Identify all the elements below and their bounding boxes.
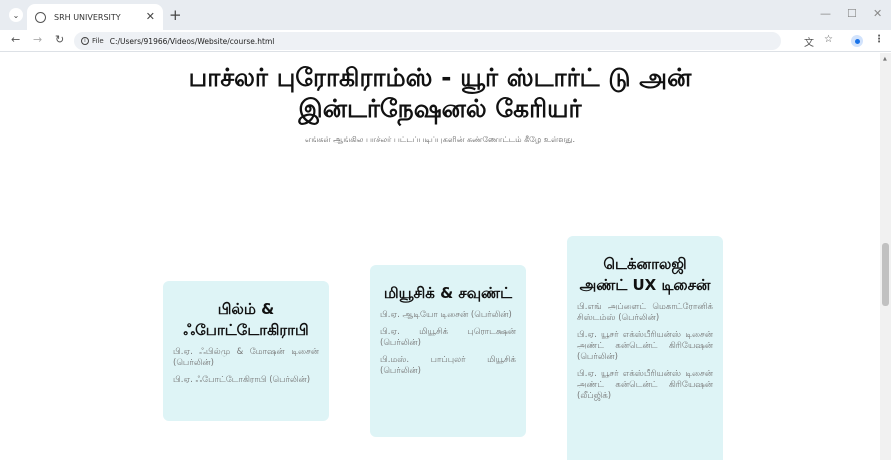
card-title: மியூசிக் & சவுண்ட்: [383, 284, 513, 302]
card-item: பி.ஏ. மியூசிக் புரொடக்ஷன் (பெர்லின்): [380, 327, 516, 348]
page-title: பாச்லர் புரோகிராம்ஸ் - யூர் ஸ்டார்ட் டு …: [188, 63, 692, 123]
card-item: பி.ஏ. ஃபில்மு & மோஷன் டிசைன் (பெர்லின்): [173, 347, 319, 368]
close-icon[interactable]: ✕: [146, 10, 155, 23]
browser-tab[interactable]: SRH UNIVERSITY ✕: [27, 4, 163, 30]
url-chip-label: File: [92, 37, 104, 45]
profile-icon[interactable]: [851, 35, 863, 47]
card-item: பி.மஸ். பாப்புலர் மியூசிக் (பெர்லின்): [380, 355, 516, 376]
url-text[interactable]: C:/Users/91966/Videos/Website/course.htm…: [110, 37, 275, 46]
forward-icon[interactable]: →: [33, 33, 42, 46]
tab-search-icon[interactable]: ⌄: [9, 8, 23, 22]
tab-title: SRH UNIVERSITY: [54, 12, 121, 22]
tab-bar: ⌄ SRH UNIVERSITY ✕ + — ☐ ✕: [0, 0, 891, 30]
globe-icon: [35, 11, 46, 23]
program-card-music: மியூசிக் & சவுண்ட் பி.ஏ. ஆடியோ டிசைன் (ப…: [370, 265, 526, 437]
card-title: டெக்னாலஜி அண்ட் UX டிசைன்: [579, 255, 711, 294]
reload-icon[interactable]: ↻: [55, 33, 64, 46]
scrollbar-thumb[interactable]: [882, 243, 889, 306]
plus-icon[interactable]: +: [169, 6, 182, 24]
card-item: பி.ஏ. யூசர் எக்ஸ்பீரியன்ஸ் டிசைன் அண்ட் …: [577, 330, 713, 362]
kebab-menu-icon[interactable]: ⋮: [874, 34, 884, 45]
page-content: பாச்லர் புரோகிராம்ஸ் - யூர் ஸ்டார்ட் டு …: [0, 53, 880, 460]
navigation-bar: ← → ↻ i File C:/Users/91966/Videos/Websi…: [0, 30, 891, 52]
card-item: பி.ஏ. ஆடியோ டிசைன் (பெர்லின்): [380, 310, 512, 320]
translate-icon[interactable]: 文: [804, 34, 814, 49]
star-icon[interactable]: ☆: [824, 34, 833, 45]
back-icon[interactable]: ←: [11, 33, 20, 46]
card-item: பி.ஏ. யூசர் எக்ஸ்பீரியன்ஸ் டிசைன் அண்ட் …: [577, 369, 713, 401]
scroll-up-icon[interactable]: ▲: [883, 56, 887, 62]
maximize-icon[interactable]: ☐: [847, 7, 857, 20]
minimize-icon[interactable]: —: [820, 7, 831, 20]
card-item: பி.ஏ. ஃபோட்டோகிராபி (பெர்லின்): [173, 375, 311, 385]
card-item: பி.எங் அப்ளைட் மெகாட்ரோனிக் சிஸ்டம்ஸ் (ப…: [577, 302, 713, 323]
info-icon: i: [81, 37, 89, 45]
page-subtitle: எங்கள் ஆங்கில பாச்லர் பட்டப்படிப்புகளின்…: [304, 135, 576, 144]
site-info-chip[interactable]: i File: [81, 37, 104, 45]
program-card-film: பில்ம் & ஃபோட்டோகிராபி பி.ஏ. ஃபில்மு & ம…: [163, 281, 329, 421]
program-card-technology: டெக்னாலஜி அண்ட் UX டிசைன் பி.எங் அப்ளைட்…: [567, 236, 723, 460]
vertical-scrollbar[interactable]: ▲: [880, 53, 891, 460]
window-close-icon[interactable]: ✕: [873, 7, 882, 20]
card-title: பில்ம் & ஃபோட்டோகிராபி: [183, 300, 309, 339]
address-bar[interactable]: i File C:/Users/91966/Videos/Website/cou…: [74, 32, 781, 50]
